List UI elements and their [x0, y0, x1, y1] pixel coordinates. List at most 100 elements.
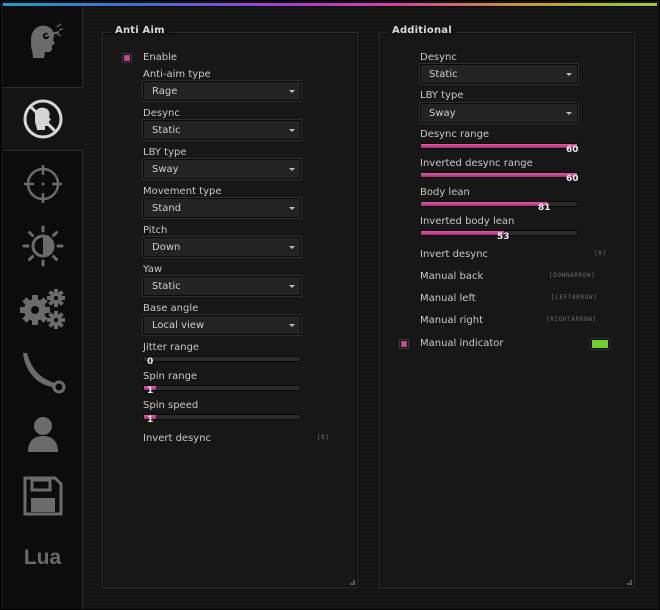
pitch-dropdown[interactable]: Down: [143, 237, 301, 257]
base-angle-dropdown[interactable]: Local view: [143, 315, 301, 335]
content-area: Anti Aim Enable Anti-aim type Rage Desyn…: [83, 7, 659, 609]
body-lean-label: Body lean: [420, 187, 470, 198]
manual-back-label: Manual back: [420, 271, 484, 282]
tab-visuals[interactable]: [3, 215, 82, 277]
tab-anti-aim[interactable]: [3, 87, 83, 151]
tab-config[interactable]: [3, 465, 82, 527]
tab-players[interactable]: [3, 403, 82, 465]
add-invert-desync-label: Invert desync: [420, 249, 489, 260]
tab-skins[interactable]: [3, 341, 82, 403]
lua-tab-label: Lua: [23, 546, 62, 569]
add-desync-label: Desync: [420, 52, 457, 63]
body-lean-value: 81: [538, 203, 551, 213]
desync-range-slider[interactable]: [420, 143, 578, 149]
anti-aim-type-dropdown[interactable]: Rage: [143, 81, 301, 101]
inverted-desync-range-fill: [421, 173, 577, 177]
anti-aim-icon: [23, 99, 63, 139]
chevron-down-icon: [289, 90, 295, 93]
chevron-down-icon: [289, 129, 295, 132]
base-angle-label: Base angle: [143, 303, 199, 314]
manual-indicator-label: Manual indicator: [420, 338, 504, 349]
desync-range-fill: [421, 144, 577, 148]
manual-left-label: Manual left: [420, 293, 476, 304]
body-lean-slider[interactable]: [420, 201, 578, 207]
spin-speed-value: 1: [147, 415, 154, 425]
sidebar: Lua: [3, 7, 83, 609]
visuals-brightness-icon: [22, 225, 63, 267]
anti-aim-group: Anti Aim Enable Anti-aim type Rage Desyn…: [102, 25, 358, 588]
tab-lua[interactable]: Lua: [3, 527, 82, 589]
chevron-down-icon: [566, 112, 572, 115]
add-invert-desync-keybind[interactable]: [B]: [594, 250, 607, 257]
tab-misc[interactable]: [3, 278, 82, 340]
tab-ragebot[interactable]: [3, 153, 82, 215]
manual-right-keybind[interactable]: [RIGHTARROW]: [546, 316, 597, 323]
player-list-icon: [27, 417, 58, 452]
spin-range-slider[interactable]: [143, 385, 301, 391]
lby-type-label: LBY type: [143, 147, 187, 158]
add-desync-value: Static: [429, 69, 458, 80]
chevron-down-icon: [289, 285, 295, 288]
chevron-down-icon: [289, 168, 295, 171]
additional-group-title: Additional: [388, 25, 456, 36]
aimbot-head-icon: [30, 23, 63, 58]
additional-group: Additional Desync Static LBY type Sway D…: [379, 25, 635, 588]
config-save-icon: [23, 476, 62, 516]
add-lby-type-value: Sway: [429, 108, 456, 119]
resize-handle[interactable]: [350, 580, 355, 585]
enable-label: Enable: [143, 52, 178, 63]
jitter-range-value: 0: [147, 357, 154, 367]
manual-indicator-checkbox[interactable]: [400, 340, 408, 348]
desync-range-value: 60: [566, 145, 579, 155]
manual-right-label: Manual right: [420, 315, 484, 326]
chevron-down-icon: [289, 324, 295, 327]
lby-type-dropdown[interactable]: Sway: [143, 159, 301, 179]
jitter-range-label: Jitter range: [143, 342, 200, 353]
manual-left-keybind[interactable]: [LEFTARROW]: [551, 294, 597, 301]
inverted-desync-range-label: Inverted desync range: [420, 158, 533, 169]
invert-desync-label: Invert desync: [143, 433, 212, 444]
desync-range-label: Desync range: [420, 129, 490, 140]
spin-range-value: 1: [147, 386, 154, 396]
chevron-down-icon: [289, 207, 295, 210]
yaw-dropdown[interactable]: Static: [143, 276, 301, 296]
inverted-body-lean-fill: [421, 231, 504, 235]
chevron-down-icon: [289, 246, 295, 249]
add-desync-dropdown[interactable]: Static: [420, 64, 578, 84]
yaw-value: Static: [152, 281, 181, 292]
movement-type-dropdown[interactable]: Stand: [143, 198, 301, 218]
resize-handle[interactable]: [627, 580, 632, 585]
spin-range-label: Spin range: [143, 371, 198, 382]
desync-dropdown[interactable]: Static: [143, 120, 301, 140]
manual-indicator-color-picker[interactable]: [591, 339, 609, 349]
inverted-body-lean-label: Inverted body lean: [420, 216, 515, 227]
manual-back-keybind[interactable]: [DOWNARROW]: [549, 272, 595, 279]
desync-label: Desync: [143, 108, 180, 119]
skins-knife-icon: [22, 353, 65, 394]
body-lean-fill: [421, 202, 548, 206]
anti-aim-type-value: Rage: [152, 86, 178, 97]
movement-type-value: Stand: [152, 203, 182, 214]
lby-type-value: Sway: [152, 164, 179, 175]
enable-checkbox[interactable]: [123, 54, 131, 62]
spin-speed-label: Spin speed: [143, 400, 199, 411]
spin-speed-slider[interactable]: [143, 414, 301, 420]
base-angle-value: Local view: [152, 320, 205, 331]
add-lby-type-dropdown[interactable]: Sway: [420, 103, 578, 123]
yaw-label: Yaw: [143, 264, 163, 275]
tab-aimbot[interactable]: [3, 9, 82, 71]
desync-value: Static: [152, 125, 181, 136]
anti-aim-group-title: Anti Aim: [111, 25, 169, 36]
invert-desync-keybind[interactable]: [B]: [317, 434, 330, 441]
add-lby-type-label: LBY type: [420, 90, 464, 101]
inverted-desync-range-value: 60: [566, 174, 579, 184]
app-window: Lua Anti Aim Enable Anti-aim type Rage D…: [0, 0, 660, 610]
jitter-range-slider[interactable]: [143, 356, 301, 362]
pitch-label: Pitch: [143, 225, 168, 236]
inverted-desync-range-slider[interactable]: [420, 172, 578, 178]
crosshair-icon: [23, 165, 62, 203]
pitch-value: Down: [152, 242, 181, 253]
chevron-down-icon: [566, 73, 572, 76]
inverted-body-lean-value: 53: [497, 232, 510, 242]
misc-gears-icon: [19, 289, 65, 329]
